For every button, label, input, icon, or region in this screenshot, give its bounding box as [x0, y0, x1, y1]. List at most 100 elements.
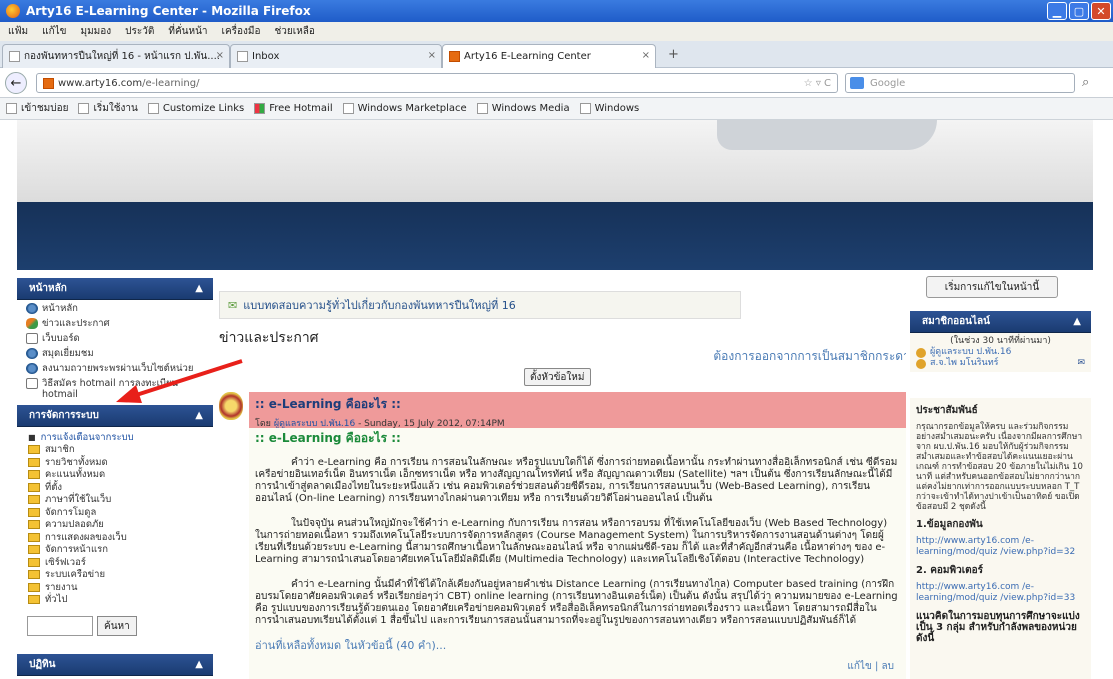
main-menu-header[interactable]: หน้าหลัก ▲: [17, 278, 213, 300]
menu-label: เว็บบอร์ด: [42, 333, 80, 344]
close-button[interactable]: ✕: [1091, 2, 1111, 20]
back-arrow-icon[interactable]: ←: [5, 72, 27, 94]
online-user[interactable]: ส.จ.ไพ มโนรินทร์ ✉: [916, 358, 1085, 369]
online-user[interactable]: ผู้ดูแลระบบ ป.พัน.16: [916, 347, 1085, 358]
bookmark-label: Windows Media: [491, 103, 570, 114]
unsubscribe-link[interactable]: ต้องการออกจากการเป็นสมาชิกกระดาน: [713, 347, 918, 366]
start-editing-button[interactable]: เริ่มการแก้ไขในหน้านี้: [926, 276, 1058, 298]
quiz-link[interactable]: แบบทดสอบความรู้ทั่วไปเกี่ยวกับกองพันทหาร…: [243, 296, 516, 314]
search-box[interactable]: Google: [845, 73, 1075, 93]
arty16-favicon: [43, 77, 54, 89]
quiz-icon: ✉: [228, 298, 238, 312]
menu-item-webboard[interactable]: เว็บบอร์ด: [17, 330, 213, 345]
admin-item[interactable]: ทั่วไป: [17, 594, 213, 607]
menu-view[interactable]: มุมมอง: [81, 24, 112, 39]
menu-file[interactable]: แฟ้ม: [8, 24, 28, 39]
menu-item-signing[interactable]: ลงนามถวายพระพรผ่านเว็บไซต์หน่วย: [17, 360, 213, 375]
bookmark-item[interactable]: Windows Media: [476, 103, 570, 114]
maximize-button[interactable]: ▢: [1069, 2, 1089, 20]
main-content: ✉ แบบทดสอบความรู้ทั่วไปเกี่ยวกับกองพันทหา…: [213, 270, 918, 679]
menu-history[interactable]: ประวัติ: [125, 24, 154, 39]
author-avatar[interactable]: [219, 392, 243, 420]
menu-bar: แฟ้ม แก้ไข มุมมอง ประวัติ ที่คั่นหน้า เค…: [0, 22, 1113, 41]
folder-icon: [28, 457, 40, 467]
tab-inbox[interactable]: Inbox ×: [230, 44, 442, 68]
tab-close-icon[interactable]: ×: [642, 50, 650, 61]
tab-label: กองพันทหารปืนใหญ่ที่ 16 - หน้าแรก ป.พัน.…: [24, 51, 220, 62]
bookmark-item[interactable]: Windows: [579, 103, 639, 114]
admin-label: ทั่วไป: [45, 594, 68, 606]
admin-header[interactable]: การจัดการระบบ ▲: [17, 405, 213, 427]
body-heading: :: e-Learning คืออะไร ::: [255, 431, 401, 445]
calendar-header[interactable]: ปฏิทิน ▲: [17, 654, 213, 676]
pr-item-link[interactable]: http://www.arty16.com /e-learning/mod/qu…: [916, 536, 1085, 558]
bookmark-label: Windows Marketplace: [357, 103, 467, 114]
online-users-header[interactable]: สมาชิกออนไลน์ ▲: [910, 311, 1091, 333]
add-topic-button[interactable]: ตั้งหัวข้อใหม่: [524, 368, 591, 386]
menu-item-home[interactable]: หน้าหลัก: [17, 300, 213, 315]
news-heading: ข่าวและประกาศ: [219, 330, 319, 346]
block-title: การจัดการระบบ: [29, 410, 99, 421]
menu-help[interactable]: ช่วยเหลือ: [275, 24, 315, 39]
message-icon[interactable]: ✉: [1077, 358, 1085, 369]
firefox-icon: [6, 4, 20, 18]
search-icon[interactable]: ⌕: [1082, 75, 1089, 90]
search-button[interactable]: ค้นหา: [97, 616, 137, 636]
tab-close-icon[interactable]: ×: [216, 50, 224, 61]
collapse-icon[interactable]: ▲: [1073, 316, 1081, 327]
page-icon: [78, 103, 90, 114]
document-icon: [26, 378, 38, 389]
quiz-link-bar[interactable]: ✉ แบบทดสอบความรู้ทั่วไปเกี่ยวกับกองพันทหา…: [219, 291, 741, 319]
pr-block: ประชาสัมพันธ์ กรุณากรอกข้อมูลให้ครบ และร…: [910, 398, 1091, 679]
bookmark-label: Customize Links: [162, 103, 245, 114]
folder-icon: [28, 482, 40, 492]
search-engine-icon[interactable]: [850, 77, 864, 89]
tab-arty16[interactable]: Arty16 E-Learning Center ×: [442, 44, 656, 68]
navigation-bar: ← www.arty16.com/e-learning/ ☆ ▿ C Googl…: [0, 68, 1113, 98]
menu-item-guestbook[interactable]: สมุดเยี่ยมชม: [17, 345, 213, 360]
user-link[interactable]: ผู้ดูแลระบบ ป.พัน.16: [930, 347, 1011, 358]
page-icon: [147, 103, 159, 114]
pr-title: ประชาสัมพันธ์: [916, 405, 978, 416]
menu-label: วิธีสมัคร hotmail การลงทะเบียน hotmail: [42, 378, 178, 400]
news-icon: [26, 318, 38, 329]
menu-tools[interactable]: เครื่องมือ: [222, 24, 261, 39]
minimize-button[interactable]: ▁: [1047, 2, 1067, 20]
url-host: www.arty16.com: [58, 77, 143, 89]
folder-icon: [28, 570, 40, 580]
menu-item-hotmail[interactable]: วิธีสมัคร hotmail การลงทะเบียน hotmail: [17, 375, 213, 401]
bullet-icon: ■: [28, 432, 36, 442]
bookmark-item[interactable]: เริ่มใช้งาน: [78, 101, 138, 116]
collapse-icon[interactable]: ▲: [195, 410, 203, 421]
post-title: :: e-Learning คืออะไร ::: [255, 397, 401, 411]
menu-bookmarks[interactable]: ที่คั่นหน้า: [168, 24, 207, 39]
collapse-icon[interactable]: ▲: [195, 283, 203, 294]
admin-search-input[interactable]: [27, 616, 93, 636]
signing-icon: [26, 363, 38, 374]
bookmark-item[interactable]: Free Hotmail: [254, 103, 333, 114]
bookmark-item[interactable]: Windows Marketplace: [342, 103, 467, 114]
post-paragraph: ในปัจจุบัน คนส่วนใหญ่มักจะใช้คำว่า e-Lea…: [255, 518, 888, 565]
menu-item-news[interactable]: ข่าวและประกาศ: [17, 315, 213, 330]
pr-item-title: 1.ข้อมูลกองพัน: [916, 519, 983, 530]
tab-close-icon[interactable]: ×: [428, 50, 436, 61]
search-placeholder: Google: [870, 77, 906, 89]
edit-delete-links[interactable]: แก้ไข | ลบ: [847, 661, 894, 673]
read-more-link[interactable]: อ่านที่เหลือทั้งหมด ในหัวข้อนี้ (40 คำ).…: [255, 640, 900, 652]
page-icon: [579, 103, 591, 114]
bookmark-item[interactable]: Customize Links: [147, 103, 245, 114]
bookmark-item[interactable]: เข้าชมบ่อย: [6, 101, 68, 116]
new-tab-icon[interactable]: +: [668, 47, 679, 62]
collapse-icon[interactable]: ▲: [195, 659, 203, 670]
post-paragraph: คำว่า e-Learning นั้นมีคำที่ใช้ได้ใกล้เค…: [255, 579, 898, 626]
pr-item-link[interactable]: http://www.arty16.com /e-learning/mod/qu…: [916, 582, 1085, 604]
banner-decoration: [717, 120, 937, 150]
pr-item-title: 2. คอมพิวเตอร์: [916, 565, 984, 576]
tab-battalion[interactable]: กองพันทหารปืนใหญ่ที่ 16 - หน้าแรก ป.พัน.…: [2, 44, 230, 68]
user-avatar-icon: [916, 347, 926, 358]
menu-edit[interactable]: แก้ไข: [42, 24, 66, 39]
menu-label: ลงนามถวายพระพรผ่านเว็บไซต์หน่วย: [42, 363, 194, 374]
bookmark-star-icon[interactable]: ☆ ▿ C: [804, 78, 831, 89]
address-bar[interactable]: www.arty16.com/e-learning/ ☆ ▿ C: [36, 73, 838, 93]
user-link[interactable]: ส.จ.ไพ มโนรินทร์: [930, 358, 998, 369]
